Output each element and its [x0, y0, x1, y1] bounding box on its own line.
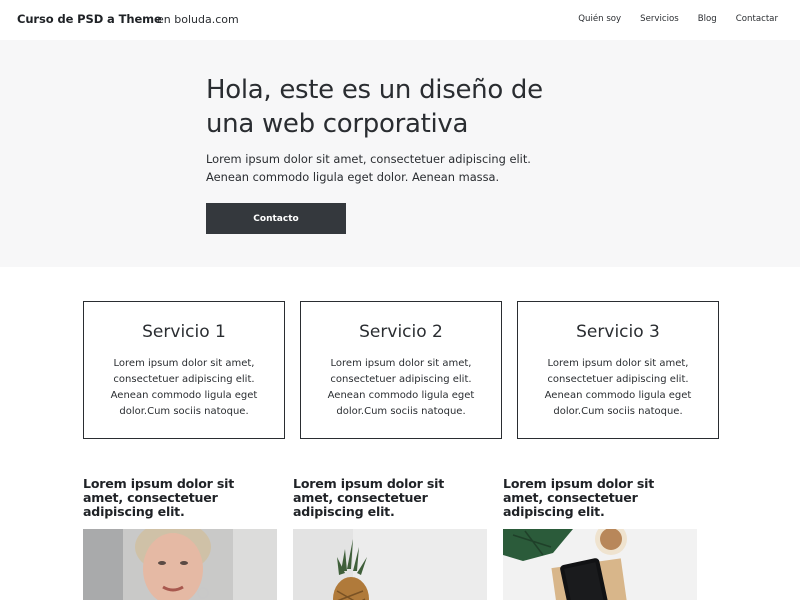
blog-post-1: Lorem ipsum dolor sit amet, consectetuer… [83, 477, 277, 600]
desk-flatlay-image [503, 529, 697, 600]
pineapple-image [293, 529, 487, 600]
hero-title: Hola, este es un diseño de una web corpo… [206, 75, 543, 139]
nav-item-quien-soy[interactable]: Quién soy [578, 14, 621, 24]
contact-button[interactable]: Contacto [206, 203, 346, 234]
main-nav: Quién soy Servicios Blog Contactar [578, 14, 778, 24]
hero-section: Hola, este es un diseño de una web corpo… [0, 40, 800, 267]
service-title: Servicio 1 [142, 322, 226, 342]
service-text: Lorem ipsum dolor sit amet, consectetuer… [544, 358, 692, 417]
nav-item-blog[interactable]: Blog [698, 14, 717, 24]
service-card-1: Servicio 1 Lorem ipsum dolor sit amet, c… [83, 301, 285, 439]
post-title[interactable]: Lorem ipsum dolor sit amet, consectetuer… [83, 477, 277, 519]
service-title: Servicio 2 [359, 322, 443, 342]
post-title[interactable]: Lorem ipsum dolor sit amet, consectetuer… [293, 477, 487, 519]
nav-item-servicios[interactable]: Servicios [640, 14, 679, 24]
site-header: Curso de PSD a Theme en boluda.com Quién… [0, 0, 800, 40]
post-title[interactable]: Lorem ipsum dolor sit amet, consectetuer… [503, 477, 697, 519]
service-card-2: Servicio 2 Lorem ipsum dolor sit amet, c… [300, 301, 502, 439]
service-text: Lorem ipsum dolor sit amet, consectetuer… [327, 358, 475, 417]
portrait-photo[interactable] [83, 529, 277, 600]
desk-flatlay-photo[interactable] [503, 529, 697, 600]
nav-item-contactar[interactable]: Contactar [736, 14, 778, 24]
site-brand[interactable]: Curso de PSD a Theme [17, 12, 162, 26]
portrait-image [83, 529, 277, 600]
blog-post-3: Lorem ipsum dolor sit amet, consectetuer… [503, 477, 697, 600]
service-text: Lorem ipsum dolor sit amet, consectetuer… [110, 358, 258, 417]
service-title: Servicio 3 [576, 322, 660, 342]
service-card-3: Servicio 3 Lorem ipsum dolor sit amet, c… [517, 301, 719, 439]
hero-text: Lorem ipsum dolor sit amet, consectetuer… [206, 152, 531, 184]
site-tagline: en boluda.com [157, 13, 239, 26]
pineapple-photo[interactable] [293, 529, 487, 600]
blog-post-2: Lorem ipsum dolor sit amet, consectetuer… [293, 477, 487, 600]
